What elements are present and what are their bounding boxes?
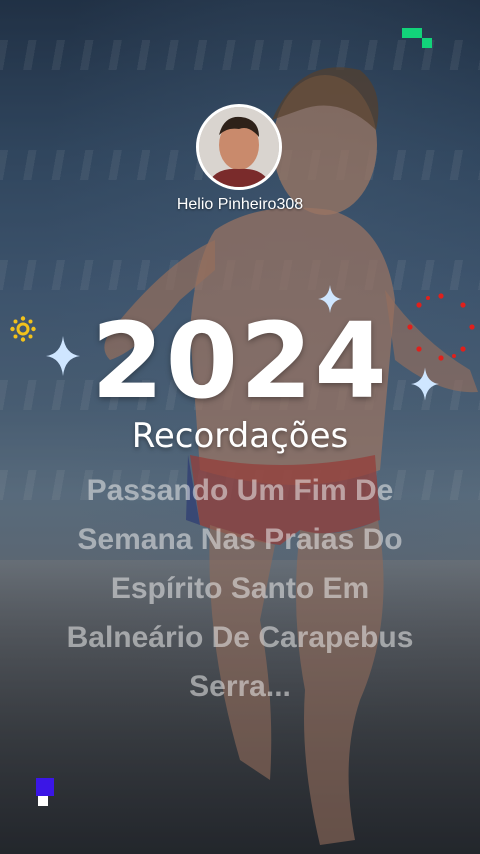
story-caption: Passando Um Fim De Semana Nas Praias Do …	[66, 474, 414, 703]
pixel-corner-icon	[402, 28, 432, 48]
avatar-photo	[199, 107, 279, 187]
username[interactable]: Helio Pinheiro308	[0, 196, 480, 214]
pixel-corner-icon	[36, 778, 56, 808]
avatar[interactable]	[196, 104, 282, 190]
recordacoes-subtitle: Recordações	[131, 416, 349, 456]
year-title: 2024	[91, 300, 389, 422]
